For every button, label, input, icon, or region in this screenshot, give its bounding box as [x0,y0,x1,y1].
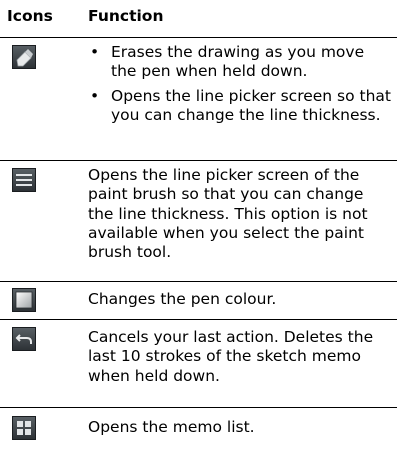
list-item: Opens the line picker screen so that you… [88,87,391,126]
table-row: Cancels your last action. Deletes the la… [0,319,397,407]
table-row: Opens the line picker screen of the pain… [0,160,397,281]
row-description: Cancels your last action. Deletes the la… [88,328,374,385]
header-icons: Icons [7,7,53,25]
row-description: Opens the line picker screen of the pain… [88,166,368,262]
line-thickness-icon [12,168,36,192]
table-row: Erases the drawing as you move the pen w… [0,37,397,160]
table-row: Opens the memo list. [0,407,397,447]
undo-icon [12,327,36,351]
table-row: Changes the pen colour. [0,281,397,319]
header-function: Function [88,7,164,25]
memo-list-icon [12,416,36,440]
table-header: Icons Function [0,0,397,38]
eraser-icon [12,45,36,69]
row-description: Opens the memo list. [88,418,255,436]
pen-colour-icon [12,288,36,312]
list-item: Erases the drawing as you move the pen w… [88,43,391,82]
row-description: Changes the pen colour. [88,290,277,308]
